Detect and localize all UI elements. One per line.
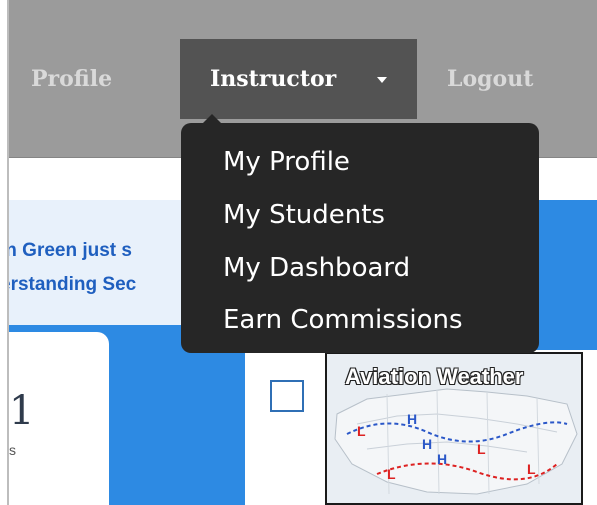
instructor-dropdown-menu: My Profile My Students My Dashboard Earn… xyxy=(181,123,539,353)
course-select-checkbox[interactable] xyxy=(270,380,304,412)
nav-profile-link[interactable]: Profile xyxy=(31,66,112,92)
stat-number: 1 xyxy=(9,388,35,434)
svg-text:H: H xyxy=(437,451,447,467)
course-thumbnail[interactable]: L H H H L L L Aviation Weather xyxy=(325,352,583,505)
stat-card: 1 s xyxy=(9,332,109,505)
nav-logout-link[interactable]: Logout xyxy=(447,66,533,92)
nav-instructor-label: Instructor xyxy=(210,66,337,92)
stat-caption: s xyxy=(9,442,16,458)
notification-line-2: erstanding Sec xyxy=(0,274,137,295)
svg-text:L: L xyxy=(527,461,536,477)
notification-line-1: in Green just s xyxy=(0,240,132,261)
nav-instructor-toggle[interactable]: Instructor xyxy=(180,39,417,119)
svg-text:H: H xyxy=(422,436,432,452)
svg-text:L: L xyxy=(387,466,396,482)
left-border xyxy=(0,0,9,505)
svg-text:H: H xyxy=(407,411,417,427)
caret-down-icon xyxy=(377,77,387,83)
menu-item-earn-commissions[interactable]: Earn Commissions xyxy=(223,305,463,335)
course-card: L H H H L L L Aviation Weather xyxy=(245,350,597,505)
menu-item-my-profile[interactable]: My Profile xyxy=(223,147,350,177)
svg-text:L: L xyxy=(477,441,486,457)
menu-item-my-students[interactable]: My Students xyxy=(223,200,385,230)
app-frame: Profile Instructor Logout in Green just … xyxy=(0,0,597,505)
thumbnail-title: Aviation Weather xyxy=(345,364,524,389)
menu-item-my-dashboard[interactable]: My Dashboard xyxy=(223,253,410,283)
svg-text:L: L xyxy=(357,423,366,439)
